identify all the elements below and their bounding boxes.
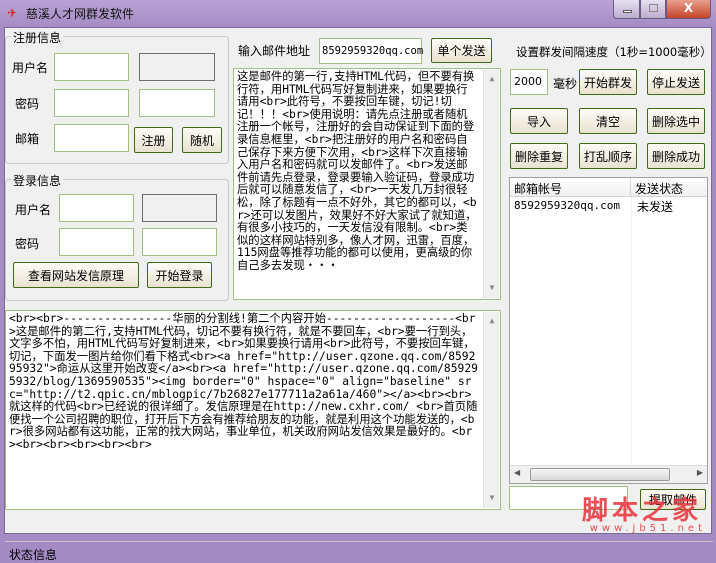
login-username-input[interactable] <box>59 194 134 222</box>
start-mass-send-button[interactable]: 开始群发 <box>579 69 637 95</box>
scroll-thumb[interactable] <box>530 468 670 481</box>
status-text: 状态信息 <box>9 548 58 562</box>
delete-duplicate-button[interactable]: 删除重复 <box>510 143 568 169</box>
interval-label: 设置群发间隔速度（1秒=1000毫秒） <box>516 45 712 59</box>
login-password-input[interactable] <box>59 228 134 256</box>
scroll-right-icon[interactable]: ▶ <box>697 468 703 477</box>
single-email-input[interactable]: 8592959320qq.com <box>319 38 423 64</box>
register-group-title: 注册信息 <box>11 29 64 46</box>
register-username-display <box>139 53 215 81</box>
email-list[interactable]: 邮箱帐号 发送状态 8592959320qq.com 未发送 ◀ ▶ <box>509 177 708 484</box>
scroll-up-icon[interactable]: ▲ <box>484 315 500 328</box>
title-bar: ✈ 慈溪人才网群发软件 X <box>0 0 716 28</box>
scroll-down-icon[interactable]: ▼ <box>484 282 500 295</box>
window-title: 慈溪人才网群发软件 <box>26 7 135 21</box>
login-password-display[interactable] <box>142 228 217 256</box>
app-icon: ✈ <box>7 6 18 20</box>
login-password-label: 密码 <box>15 237 40 251</box>
register-password-input[interactable] <box>54 89 129 117</box>
content-textarea-2[interactable]: <br><br>----------------华丽的分割线!第二个内容开始--… <box>5 310 501 510</box>
content-2-text: <br><br>----------------华丽的分割线!第二个内容开始--… <box>9 312 478 451</box>
import-button[interactable]: 导入 <box>510 108 568 134</box>
scroll-down-icon[interactable]: ▼ <box>484 492 500 505</box>
login-username-display <box>142 194 217 222</box>
login-group-title: 登录信息 <box>11 172 64 189</box>
scroll-up-icon[interactable]: ▲ <box>484 73 500 86</box>
watermark-url: www.jb51.net <box>589 523 706 534</box>
scrollbar[interactable]: ▲ ▼ <box>483 312 499 508</box>
scroll-left-icon[interactable]: ◀ <box>514 468 520 477</box>
content-textarea-1[interactable]: 这是邮件的第一行,支持HTML代码，但不要有换行符，用HTML代码写好复制进来，… <box>233 68 501 300</box>
minimize-button[interactable] <box>613 0 640 19</box>
watermark-logo: 脚本之家 <box>581 496 702 526</box>
register-username-label: 用户名 <box>12 61 49 75</box>
table-row[interactable]: 8592959320qq.com 未发送 <box>510 198 707 214</box>
stop-send-button[interactable]: 停止发送 <box>647 69 705 95</box>
delete-selected-button[interactable]: 删除选中 <box>647 108 705 134</box>
email-address-label: 输入邮件地址 <box>238 44 311 58</box>
register-button[interactable]: 注册 <box>134 127 173 153</box>
register-username-input[interactable] <box>54 53 129 81</box>
start-login-button[interactable]: 开始登录 <box>147 262 212 288</box>
close-button[interactable]: X <box>666 0 711 19</box>
random-button[interactable]: 随机 <box>182 127 222 153</box>
delete-success-button[interactable]: 删除成功 <box>647 143 705 169</box>
single-send-button[interactable]: 单个发送 <box>431 38 492 63</box>
login-username-label: 用户名 <box>15 203 52 217</box>
register-password-display[interactable] <box>139 89 215 117</box>
shuffle-button[interactable]: 打乱顺序 <box>579 143 637 169</box>
horizontal-scrollbar[interactable]: ◀ ▶ <box>510 465 707 483</box>
view-principle-button[interactable]: 查看网站发信原理 <box>13 262 139 288</box>
column-header-email[interactable]: 邮箱帐号 <box>510 178 631 197</box>
interval-input[interactable]: 2000 <box>510 69 548 95</box>
row-status: 未发送 <box>637 200 674 214</box>
column-header-status[interactable]: 发送状态 <box>631 178 707 197</box>
interval-unit-label: 毫秒 <box>553 77 578 91</box>
clear-button[interactable]: 清空 <box>579 108 637 134</box>
register-email-label: 邮箱 <box>15 132 40 146</box>
row-email: 8592959320qq.com <box>514 199 620 212</box>
maximize-button[interactable] <box>640 0 666 19</box>
client-area: 注册信息 用户名 密码 邮箱 注册 随机 登录信息 用户名 密码 查看网站发信原… <box>4 27 713 562</box>
register-password-label: 密码 <box>15 97 40 111</box>
content-1-text: 这是邮件的第一行,支持HTML代码，但不要有换行符，用HTML代码写好复制进来，… <box>237 70 477 272</box>
scrollbar[interactable]: ▲ ▼ <box>483 70 499 298</box>
register-email-input[interactable] <box>54 124 129 152</box>
status-bar: 状态信息 <box>5 541 713 563</box>
